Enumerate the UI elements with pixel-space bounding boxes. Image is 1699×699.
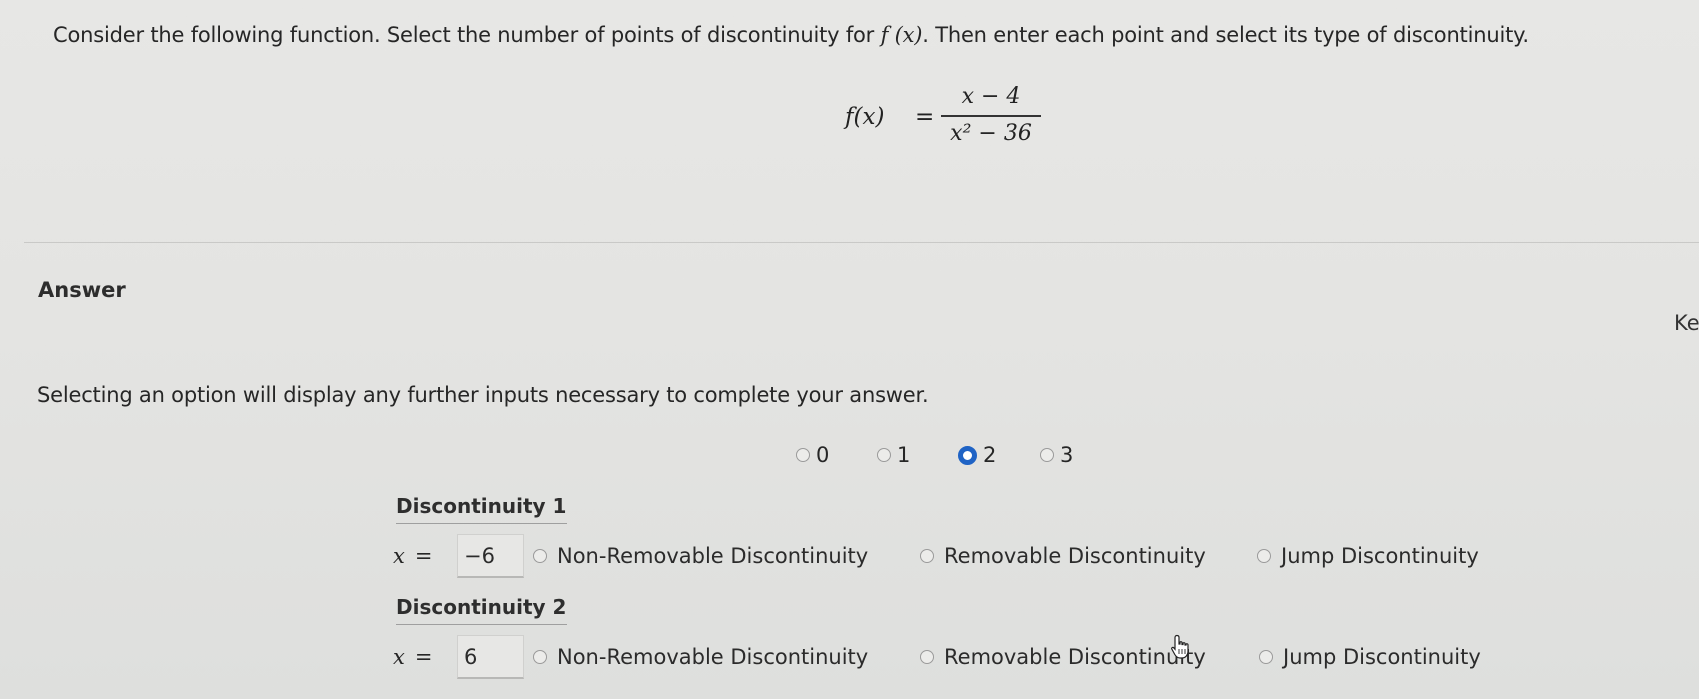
question-suffix: . Then enter each point and select its t… [922, 23, 1529, 47]
type-option-label: Removable Discontinuity [944, 645, 1206, 669]
equals-sign: = [414, 544, 433, 568]
discontinuity-1-non-removable-option[interactable]: Non-Removable Discontinuity [533, 544, 868, 568]
formula-numerator: x − 4 [961, 84, 1021, 109]
discontinuity-2-jump-option[interactable]: Jump Discontinuity [1259, 645, 1481, 669]
discontinuity-2-removable-option[interactable]: Removable Discontinuity [920, 645, 1206, 669]
radio-icon[interactable] [920, 549, 934, 563]
discontinuity-1-removable-option[interactable]: Removable Discontinuity [920, 544, 1206, 568]
discontinuity-2-input[interactable]: 6 [457, 635, 524, 679]
hand-cursor-icon [1171, 634, 1189, 659]
radio-selected-icon[interactable] [958, 445, 977, 465]
type-option-label: Jump Discontinuity [1281, 544, 1479, 568]
discontinuity-1-heading: Discontinuity 1 [396, 494, 567, 524]
x-variable: x [393, 645, 405, 669]
radio-icon[interactable] [1259, 650, 1273, 664]
instruction-text: Selecting an option will display any fur… [37, 383, 929, 407]
section-divider [24, 242, 1699, 243]
formula-fraction: x − 4 x² − 36 [941, 84, 1041, 146]
equals-sign: = [414, 645, 433, 669]
count-option-1[interactable]: 1 [877, 443, 910, 467]
formula-lhs: f(x) [845, 104, 885, 130]
radio-icon[interactable] [920, 650, 934, 664]
radio-icon[interactable] [877, 448, 891, 462]
count-option-label: 0 [816, 443, 830, 467]
discontinuity-2-heading: Discontinuity 2 [396, 595, 567, 625]
radio-icon[interactable] [533, 650, 547, 664]
x-variable: x [393, 544, 405, 568]
discontinuity-1-input[interactable]: −6 [457, 534, 524, 578]
keypad-link[interactable]: Ke [1674, 311, 1699, 335]
count-option-label: 1 [897, 443, 911, 467]
x-equals-label: x = [393, 544, 432, 568]
type-option-label: Removable Discontinuity [944, 544, 1206, 568]
radio-icon[interactable] [1040, 448, 1054, 462]
type-option-label: Non-Removable Discontinuity [557, 645, 869, 669]
question-prefix: Consider the following function. Select … [53, 23, 881, 47]
count-option-0[interactable]: 0 [796, 443, 829, 467]
discontinuity-2-non-removable-option[interactable]: Non-Removable Discontinuity [533, 645, 868, 669]
fraction-bar [941, 115, 1041, 117]
count-option-label: 2 [983, 443, 997, 467]
answer-heading: Answer [38, 278, 126, 302]
count-option-label: 3 [1060, 443, 1074, 467]
radio-icon[interactable] [1257, 549, 1271, 563]
radio-icon[interactable] [796, 448, 810, 462]
count-option-2[interactable]: 2 [958, 443, 996, 467]
x-equals-label: x = [393, 645, 432, 669]
formula-denominator: x² − 36 [950, 120, 1032, 146]
type-option-label: Non-Removable Discontinuity [557, 544, 869, 568]
type-option-label: Jump Discontinuity [1283, 645, 1481, 669]
formula-equals: = [915, 104, 935, 130]
count-option-3[interactable]: 3 [1040, 443, 1073, 467]
discontinuity-1-jump-option[interactable]: Jump Discontinuity [1257, 544, 1479, 568]
question-text: Consider the following function. Select … [53, 23, 1529, 47]
function-notation: f (x) [880, 23, 923, 47]
radio-icon[interactable] [533, 549, 547, 563]
